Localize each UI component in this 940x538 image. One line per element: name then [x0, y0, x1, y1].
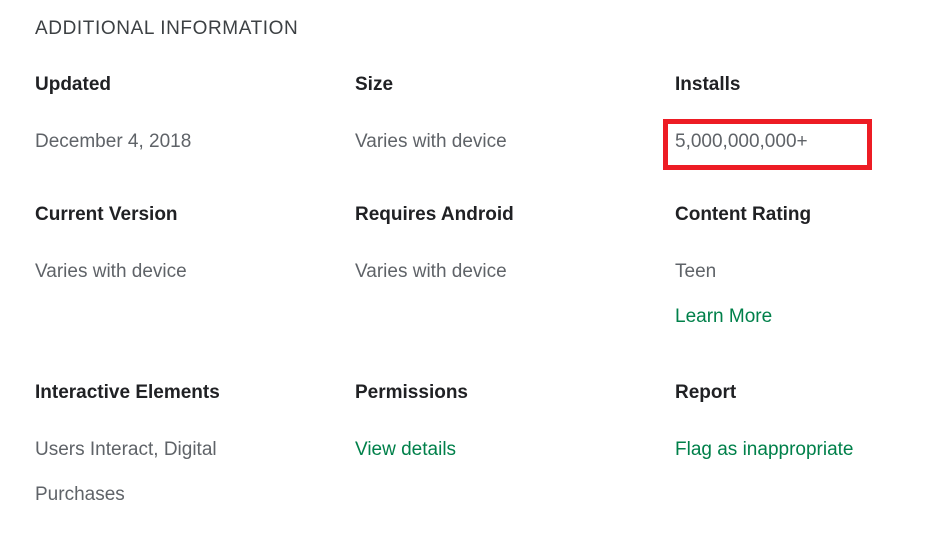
- view-details-link[interactable]: View details: [355, 427, 675, 472]
- label-updated: Updated: [35, 74, 111, 95]
- value-content-rating: Teen: [675, 261, 717, 282]
- label-report: Report: [675, 382, 737, 403]
- info-cell-report: Report Flag as inappropriate: [675, 380, 940, 472]
- section-title: ADDITIONAL INFORMATION: [35, 18, 299, 39]
- info-cell-content-rating: Content Rating Teen Learn More: [675, 202, 940, 339]
- value-requires-android: Varies with device: [355, 261, 507, 282]
- label-requires-android: Requires Android: [355, 204, 514, 225]
- info-cell-updated: Updated December 4, 2018: [35, 72, 355, 164]
- label-size: Size: [355, 74, 394, 95]
- value-current-version: Varies with device: [35, 261, 187, 282]
- info-cell-permissions: Permissions View details: [355, 380, 675, 472]
- info-cell-installs: Installs 5,000,000,000+: [675, 72, 940, 164]
- info-grid: Updated December 4, 2018 Size Varies wit…: [35, 72, 935, 510]
- info-row: Current Version Varies with device Requi…: [35, 202, 935, 380]
- info-cell-current-version: Current Version Varies with device: [35, 202, 355, 294]
- label-permissions: Permissions: [355, 382, 468, 403]
- info-row: Interactive Elements Users Interact, Dig…: [35, 380, 935, 510]
- value-size: Varies with device: [355, 131, 507, 152]
- flag-as-inappropriate-link[interactable]: Flag as inappropriate: [675, 427, 940, 472]
- value-interactive-elements: Users Interact, Digital Purchases: [35, 439, 217, 505]
- value-installs: 5,000,000,000+: [675, 131, 808, 152]
- learn-more-link[interactable]: Learn More: [675, 294, 940, 339]
- additional-information-panel: ADDITIONAL INFORMATION Updated December …: [0, 0, 940, 538]
- info-cell-size: Size Varies with device: [355, 72, 675, 164]
- label-interactive-elements: Interactive Elements: [35, 382, 220, 403]
- info-cell-interactive-elements: Interactive Elements Users Interact, Dig…: [35, 380, 355, 517]
- label-installs: Installs: [675, 74, 741, 95]
- label-current-version: Current Version: [35, 204, 178, 225]
- value-updated: December 4, 2018: [35, 131, 192, 152]
- info-row: Updated December 4, 2018 Size Varies wit…: [35, 72, 935, 202]
- label-content-rating: Content Rating: [675, 204, 812, 225]
- info-cell-requires-android: Requires Android Varies with device: [355, 202, 675, 294]
